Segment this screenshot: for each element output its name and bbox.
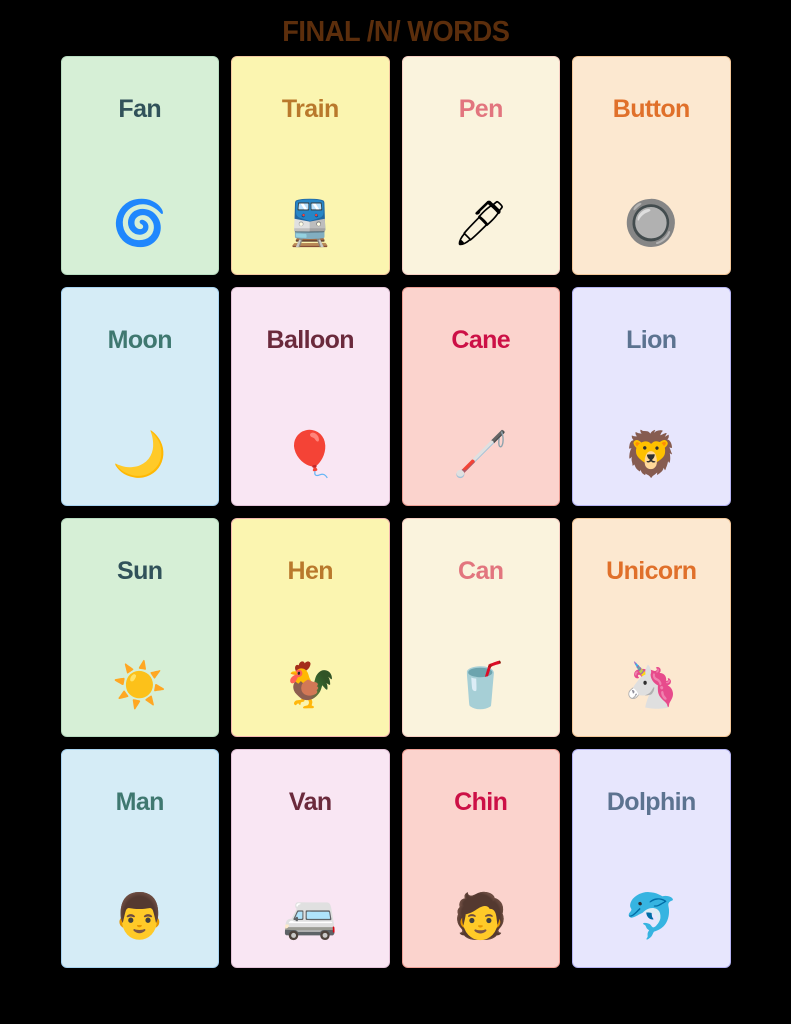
flashcard-word: Man (115, 788, 165, 816)
flashcard-word: Balloon (266, 326, 355, 354)
van-icon: 🚐 (282, 891, 338, 942)
cane-icon: 🦯 (453, 429, 509, 480)
flashcard[interactable]: Lion 🦁 (572, 287, 731, 506)
flashcard-word: Unicorn (606, 557, 697, 585)
flashcard-word: Dolphin (606, 788, 696, 816)
flashcard-word: Chin (454, 788, 508, 816)
flashcard-word: Van (288, 788, 332, 816)
flashcard[interactable]: Button 🔘 (572, 56, 731, 275)
flashcard-page: FINAL /N/ WORDS Fan 🌀 Train 🚆 Pen 🖊 Button 🔘 Moo… (0, 0, 791, 1024)
flashcard[interactable]: Sun ☀️ (60, 518, 219, 737)
dolphin-icon: 🐬 (623, 891, 679, 942)
moon-icon: 🌙 (112, 429, 168, 480)
can-icon: 🥤 (453, 660, 509, 711)
flashcard[interactable]: Dolphin 🐬 (572, 749, 731, 968)
sun-icon: ☀️ (112, 660, 168, 711)
flashcard[interactable]: Cane 🦯 (401, 287, 560, 506)
fan-icon: 🌀 (112, 198, 168, 249)
button-icon: 🔘 (623, 198, 679, 249)
flashcard-word: Moon (107, 326, 173, 354)
flashcard-word: Lion (626, 326, 677, 354)
flashcard[interactable]: Hen 🐓 (231, 518, 390, 737)
pen-icon: 🖊 (452, 198, 509, 249)
flashcard-word: Fan (118, 95, 162, 123)
page-title: FINAL /N/ WORDS (281, 16, 510, 48)
chin-icon: 🧑 (453, 891, 509, 942)
flashcard[interactable]: Train 🚆 (231, 56, 390, 275)
flashcard-word: Can (458, 557, 504, 585)
flashcard-word: Cane (451, 326, 511, 354)
train-icon: 🚆 (282, 198, 338, 249)
flashcard[interactable]: Pen 🖊 (401, 56, 560, 275)
flashcard[interactable]: Unicorn 🦄 (572, 518, 731, 737)
flashcard[interactable]: Can 🥤 (401, 518, 560, 737)
flashcard[interactable]: Balloon 🎈 (231, 287, 390, 506)
flashcard[interactable]: Man 👨 (60, 749, 219, 968)
lion-icon: 🦁 (623, 429, 679, 480)
flashcard[interactable]: Van 🚐 (231, 749, 390, 968)
flashcard[interactable]: Fan 🌀 (60, 56, 219, 275)
flashcard[interactable]: Chin 🧑 (401, 749, 560, 968)
unicorn-icon: 🦄 (623, 660, 679, 711)
flashcard-grid: Fan 🌀 Train 🚆 Pen 🖊 Button 🔘 Moon 🌙 Balloon 🎈 Cane 🦯 L… (60, 56, 731, 968)
flashcard-word: Pen (458, 95, 504, 123)
balloon-icon: 🎈 (282, 429, 338, 480)
man-icon: 👨 (112, 891, 168, 942)
flashcard-word: Sun (117, 557, 163, 585)
flashcard[interactable]: Moon 🌙 (60, 287, 219, 506)
flashcard-word: Train (281, 95, 339, 123)
flashcard-word: Hen (287, 557, 334, 585)
hen-icon: 🐓 (282, 660, 338, 711)
flashcard-word: Button (612, 95, 691, 123)
